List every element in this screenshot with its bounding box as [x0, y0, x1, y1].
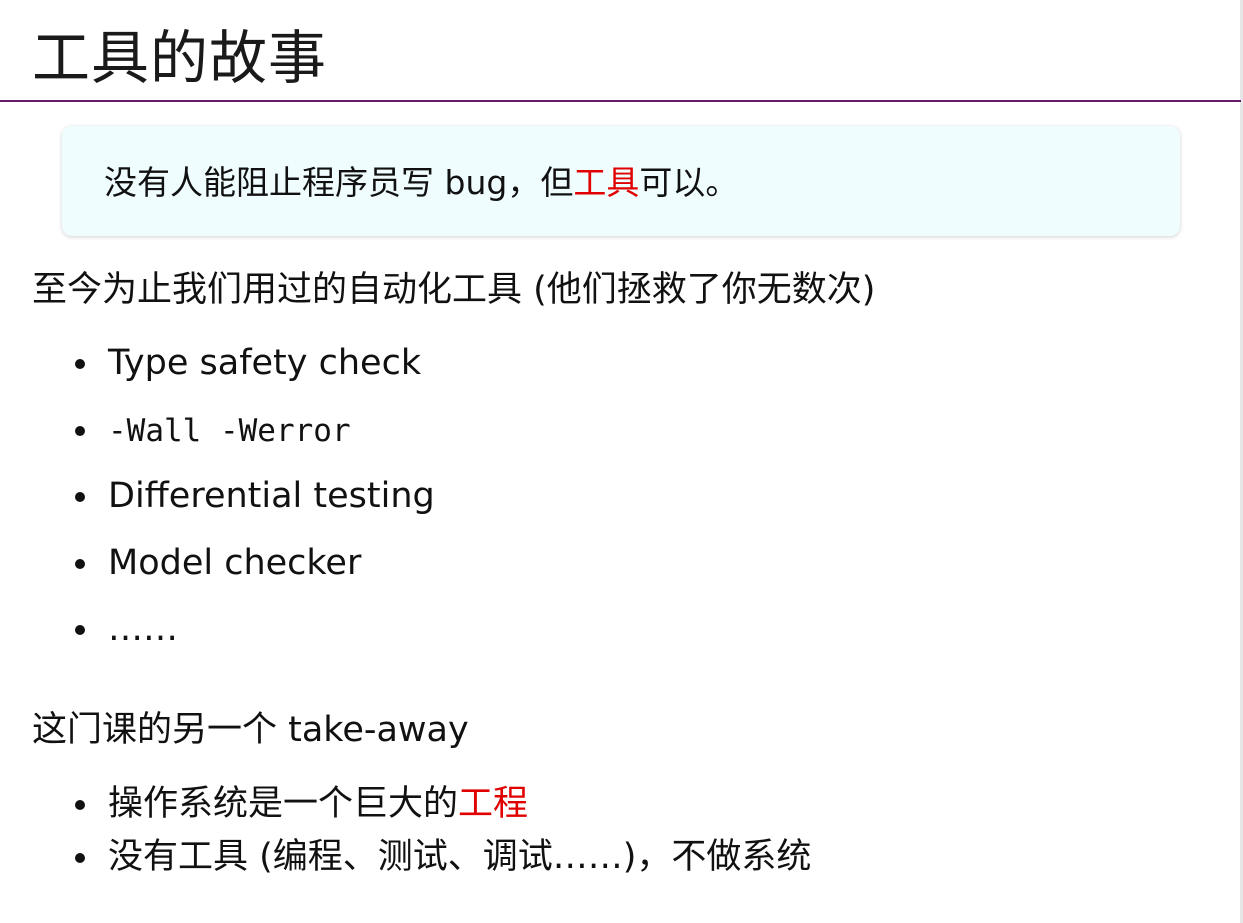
quote-part-3: ，但 — [507, 163, 574, 202]
list-item: Differential testing — [0, 473, 435, 540]
bullet-dot — [75, 625, 85, 635]
list-item: 操作系统是一个巨大的工程 — [0, 781, 811, 834]
bullet-dot — [75, 492, 85, 502]
list-item-text: Model checker — [108, 542, 362, 583]
bullet-dot — [75, 425, 85, 436]
quote-part-4: 可以。 — [639, 163, 739, 202]
takeaway-list: 操作系统是一个巨大的工程 没有工具 (编程、测试、调试……)，不做系统 — [0, 781, 811, 887]
list-item-text: 没有工具 (编程、测试、调试……)，不做系统 — [108, 837, 812, 877]
highlight-engineering: 工程 — [458, 784, 529, 824]
quote-highlight-tools: 工具 — [573, 163, 640, 202]
list-item: …… — [0, 606, 435, 673]
page-title: 工具的故事 — [32, 24, 328, 92]
list-item: Model checker — [0, 540, 435, 607]
list-item: Type safety check — [0, 340, 435, 407]
list-item-text: Type safety check — [108, 343, 422, 383]
list-item: 没有工具 (编程、测试、调试……)，不做系统 — [0, 834, 811, 887]
bullet-dot — [75, 800, 85, 810]
section1-heading: 至今为止我们用过的自动化工具 (他们拯救了你无数次) — [32, 270, 876, 310]
list-item-code: -Wall -Werror — [108, 412, 351, 449]
bullet-dot — [75, 558, 85, 569]
list-item-text: 操作系统是一个巨大的 — [108, 784, 459, 824]
quote-part-bug: bug — [444, 163, 508, 202]
list-item: -Wall -Werror — [0, 407, 435, 474]
section2-heading: 这门课的另一个 take-away — [32, 710, 469, 750]
quote-box: 没有人能阻止程序员写 bug，但工具可以。 — [62, 126, 1180, 236]
tools-list: Type safety check -Wall -Werror Differen… — [0, 340, 435, 673]
bullet-dot — [75, 359, 85, 369]
bullet-dot — [75, 853, 85, 863]
list-item-text: Differential testing — [108, 476, 435, 516]
list-item-text: …… — [108, 609, 178, 649]
quote-text: 没有人能阻止程序员写 bug，但工具可以。 — [104, 163, 738, 203]
title-divider — [0, 100, 1241, 102]
quote-part-1: 没有人能阻止程序员写 — [104, 163, 445, 202]
